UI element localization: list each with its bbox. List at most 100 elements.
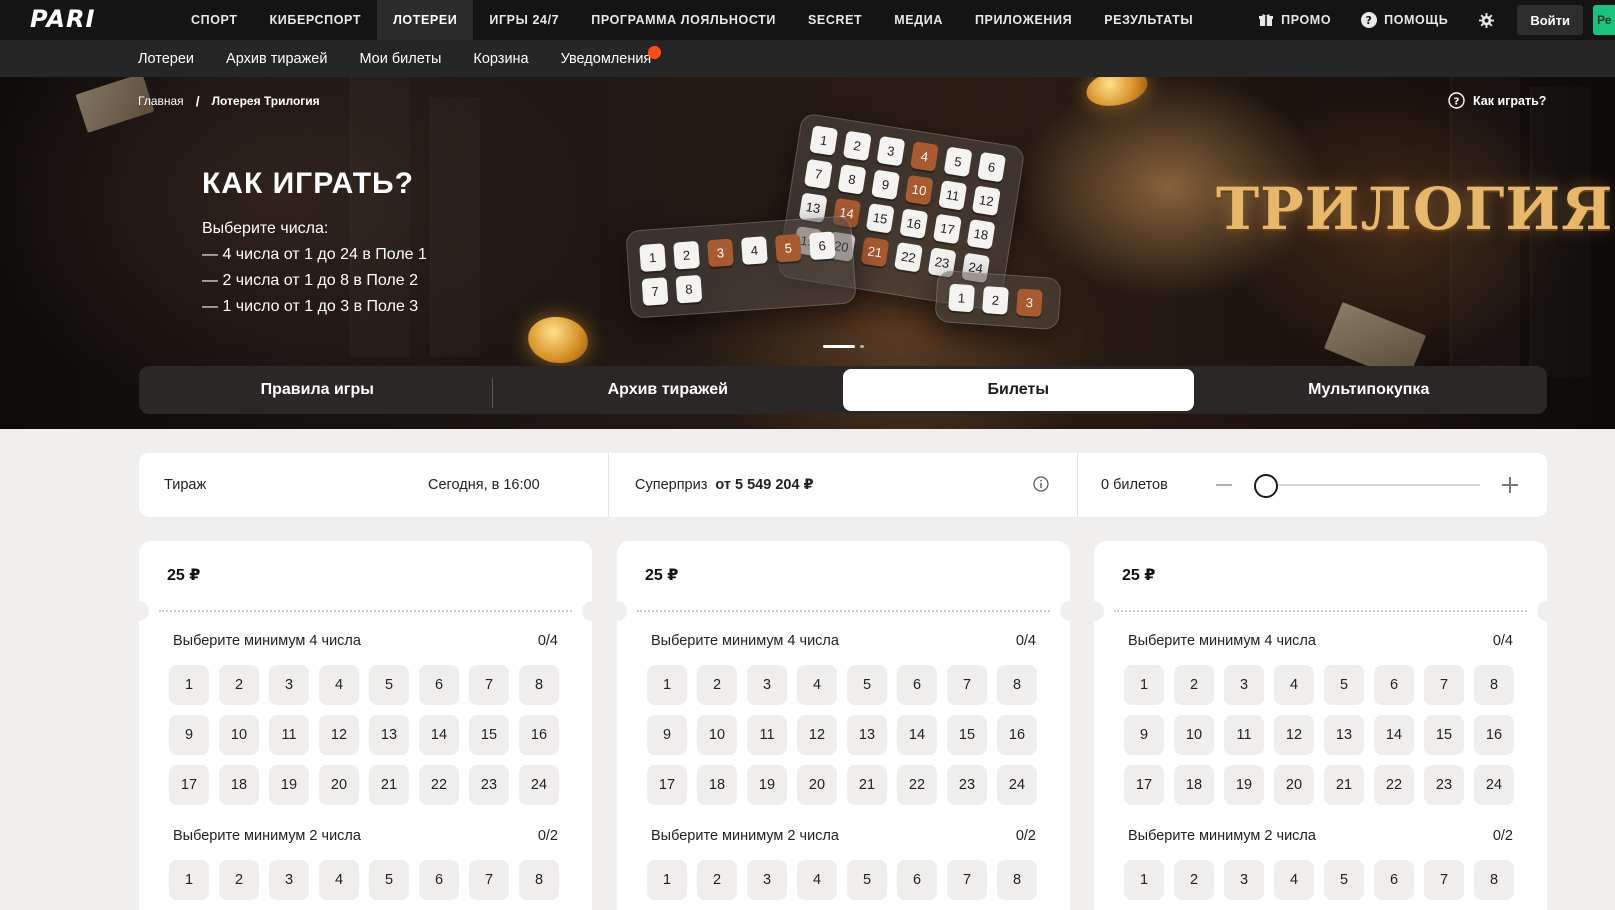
number-button[interactable]: 24 <box>997 765 1037 805</box>
number-button[interactable]: 20 <box>797 765 837 805</box>
number-button[interactable]: 7 <box>469 665 509 705</box>
number-button[interactable]: 1 <box>647 860 687 900</box>
subnav-cart[interactable]: Корзина <box>457 40 544 77</box>
number-button[interactable]: 20 <box>319 765 359 805</box>
subnav-archive[interactable]: Архив тиражей <box>210 40 343 77</box>
plus-icon[interactable] <box>1509 477 1511 493</box>
number-button[interactable]: 20 <box>1274 765 1314 805</box>
number-button[interactable]: 24 <box>519 765 559 805</box>
tab-archive[interactable]: Архив тиражей <box>493 369 844 411</box>
carousel-dots[interactable] <box>823 345 864 348</box>
number-button[interactable]: 16 <box>1474 715 1514 755</box>
login-button[interactable]: Войти <box>1517 5 1583 35</box>
tab-tickets[interactable]: Билеты <box>843 369 1194 411</box>
number-button[interactable]: 13 <box>1324 715 1364 755</box>
number-button[interactable]: 7 <box>469 860 509 900</box>
number-button[interactable]: 24 <box>1474 765 1514 805</box>
number-button[interactable]: 12 <box>1274 715 1314 755</box>
number-button[interactable]: 7 <box>1424 665 1464 705</box>
number-button[interactable]: 22 <box>1374 765 1414 805</box>
number-button[interactable]: 6 <box>419 860 459 900</box>
number-button[interactable]: 13 <box>847 715 887 755</box>
number-button[interactable]: 9 <box>169 715 209 755</box>
subnav-my-tickets[interactable]: Мои билеты <box>343 40 457 77</box>
number-button[interactable]: 12 <box>319 715 359 755</box>
number-button[interactable]: 3 <box>269 860 309 900</box>
number-button[interactable]: 3 <box>747 665 787 705</box>
number-button[interactable]: 11 <box>269 715 309 755</box>
number-button[interactable]: 1 <box>647 665 687 705</box>
slider-thumb[interactable] <box>1254 474 1278 498</box>
number-button[interactable]: 19 <box>1224 765 1264 805</box>
register-button[interactable]: Ре <box>1593 5 1615 35</box>
nav-media[interactable]: Медиа <box>878 0 959 40</box>
number-button[interactable]: 11 <box>747 715 787 755</box>
number-button[interactable]: 2 <box>1174 860 1214 900</box>
number-button[interactable]: 22 <box>419 765 459 805</box>
number-button[interactable]: 13 <box>369 715 409 755</box>
tickets-slider[interactable] <box>1216 473 1518 498</box>
number-button[interactable]: 8 <box>519 860 559 900</box>
info-icon[interactable] <box>1033 476 1049 492</box>
number-button[interactable]: 14 <box>1374 715 1414 755</box>
number-button[interactable]: 18 <box>1174 765 1214 805</box>
number-button[interactable]: 2 <box>219 665 259 705</box>
subnav-notifications[interactable]: Уведомления <box>545 40 668 77</box>
number-button[interactable]: 9 <box>647 715 687 755</box>
number-button[interactable]: 16 <box>519 715 559 755</box>
number-button[interactable]: 23 <box>1424 765 1464 805</box>
nav-loyalty[interactable]: Программа лояльности <box>575 0 792 40</box>
number-button[interactable]: 8 <box>1474 665 1514 705</box>
number-button[interactable]: 2 <box>1174 665 1214 705</box>
number-button[interactable]: 1 <box>169 665 209 705</box>
nav-esport[interactable]: Киберспорт <box>254 0 378 40</box>
number-button[interactable]: 8 <box>997 665 1037 705</box>
number-button[interactable]: 5 <box>847 665 887 705</box>
number-button[interactable]: 2 <box>697 665 737 705</box>
number-button[interactable]: 4 <box>797 665 837 705</box>
tab-rules[interactable]: Правила игры <box>142 369 493 411</box>
number-button[interactable]: 8 <box>519 665 559 705</box>
number-button[interactable]: 5 <box>369 860 409 900</box>
number-button[interactable]: 16 <box>997 715 1037 755</box>
number-button[interactable]: 15 <box>1424 715 1464 755</box>
number-button[interactable]: 14 <box>897 715 937 755</box>
number-button[interactable]: 9 <box>1124 715 1164 755</box>
number-button[interactable]: 19 <box>747 765 787 805</box>
number-button[interactable]: 2 <box>697 860 737 900</box>
number-button[interactable]: 6 <box>897 665 937 705</box>
number-button[interactable]: 3 <box>269 665 309 705</box>
number-button[interactable]: 8 <box>1474 860 1514 900</box>
number-button[interactable]: 4 <box>319 860 359 900</box>
nav-secret[interactable]: Secret <box>792 0 878 40</box>
number-button[interactable]: 21 <box>847 765 887 805</box>
number-button[interactable]: 3 <box>1224 665 1264 705</box>
nav-lotteries[interactable]: Лотереи <box>377 0 474 40</box>
number-button[interactable]: 17 <box>1124 765 1164 805</box>
breadcrumb-home[interactable]: Главная <box>138 94 184 108</box>
number-button[interactable]: 14 <box>419 715 459 755</box>
number-button[interactable]: 6 <box>897 860 937 900</box>
promo-link[interactable]: ПРОМО <box>1243 12 1346 28</box>
number-button[interactable]: 3 <box>747 860 787 900</box>
number-button[interactable]: 6 <box>1374 860 1414 900</box>
number-button[interactable]: 21 <box>1324 765 1364 805</box>
number-button[interactable]: 5 <box>369 665 409 705</box>
number-button[interactable]: 7 <box>1424 860 1464 900</box>
subnav-lotteries[interactable]: Лотереи <box>122 40 210 77</box>
number-button[interactable]: 22 <box>897 765 937 805</box>
how-to-play-link[interactable]: ? Как играть? <box>1448 92 1546 109</box>
number-button[interactable]: 10 <box>697 715 737 755</box>
number-button[interactable]: 5 <box>1324 665 1364 705</box>
number-button[interactable]: 8 <box>997 860 1037 900</box>
number-button[interactable]: 5 <box>1324 860 1364 900</box>
number-button[interactable]: 23 <box>947 765 987 805</box>
number-button[interactable]: 19 <box>269 765 309 805</box>
number-button[interactable]: 1 <box>169 860 209 900</box>
nav-games[interactable]: Игры 24/7 <box>473 0 575 40</box>
number-button[interactable]: 18 <box>219 765 259 805</box>
number-button[interactable]: 17 <box>169 765 209 805</box>
number-button[interactable]: 1 <box>1124 665 1164 705</box>
number-button[interactable]: 10 <box>1174 715 1214 755</box>
number-button[interactable]: 6 <box>419 665 459 705</box>
